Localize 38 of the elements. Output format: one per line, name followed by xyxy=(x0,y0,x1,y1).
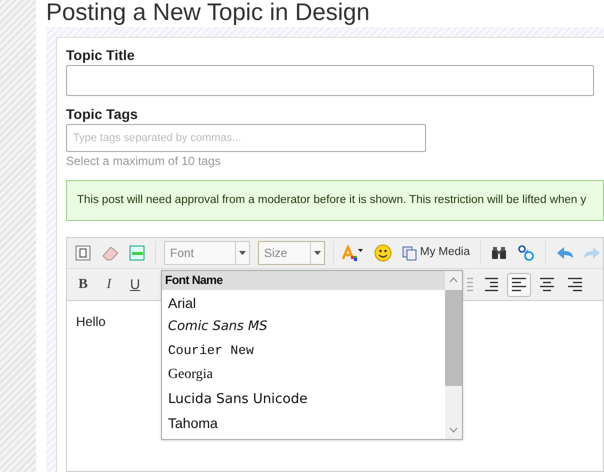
outdent-icon xyxy=(466,277,474,292)
caret-icon xyxy=(314,251,321,255)
align-left-icon xyxy=(511,277,527,292)
undo-icon[interactable] xyxy=(556,246,574,260)
scrollbar[interactable] xyxy=(445,271,462,439)
page-title: Posting a New Topic in Design xyxy=(46,0,371,24)
indent-icon xyxy=(484,277,498,292)
align-button[interactable] xyxy=(507,272,531,296)
font-option[interactable]: Comic Sans MS xyxy=(162,315,445,339)
editor-text: Hello xyxy=(76,313,106,331)
pages-icon xyxy=(402,246,417,260)
replace-icon[interactable] xyxy=(516,244,535,262)
font-option[interactable]: Lucida Sans Unicode xyxy=(162,387,445,411)
field-label: Topic Title xyxy=(66,46,136,64)
font-option[interactable]: Courier New xyxy=(162,339,445,363)
font-option[interactable]: Arial xyxy=(162,291,445,315)
font-option[interactable]: Tahoma xyxy=(162,411,445,435)
text-color-icon[interactable] xyxy=(342,245,364,261)
my-media-button[interactable]: My Media xyxy=(402,244,470,262)
field-label: Topic Tags xyxy=(66,105,139,123)
align-center-icon xyxy=(539,277,555,292)
tags-hint: Select a maximum of 10 tags xyxy=(66,153,222,169)
binoculars-icon[interactable] xyxy=(490,246,507,260)
dropdown-header: Font Name xyxy=(162,271,445,290)
template-icon[interactable] xyxy=(75,245,91,261)
align-right-icon xyxy=(567,277,583,292)
italic-button[interactable]: I xyxy=(101,274,117,295)
scroll-thumb[interactable] xyxy=(445,290,462,386)
layout-icon[interactable] xyxy=(129,245,145,261)
eraser-icon[interactable] xyxy=(101,245,119,261)
smiley-icon[interactable] xyxy=(374,244,392,262)
underline-button[interactable]: U xyxy=(127,274,143,295)
title-input[interactable] xyxy=(66,65,594,96)
caret-icon xyxy=(239,251,246,255)
bold-button[interactable]: B xyxy=(75,274,91,295)
tags-input[interactable]: Type tags separated by commas... xyxy=(66,124,426,152)
font-option[interactable]: Georgia xyxy=(162,363,445,387)
approval-notice: This post will need approval from a moderator before it is shown. This restriction will be lifted when y xyxy=(77,192,586,208)
